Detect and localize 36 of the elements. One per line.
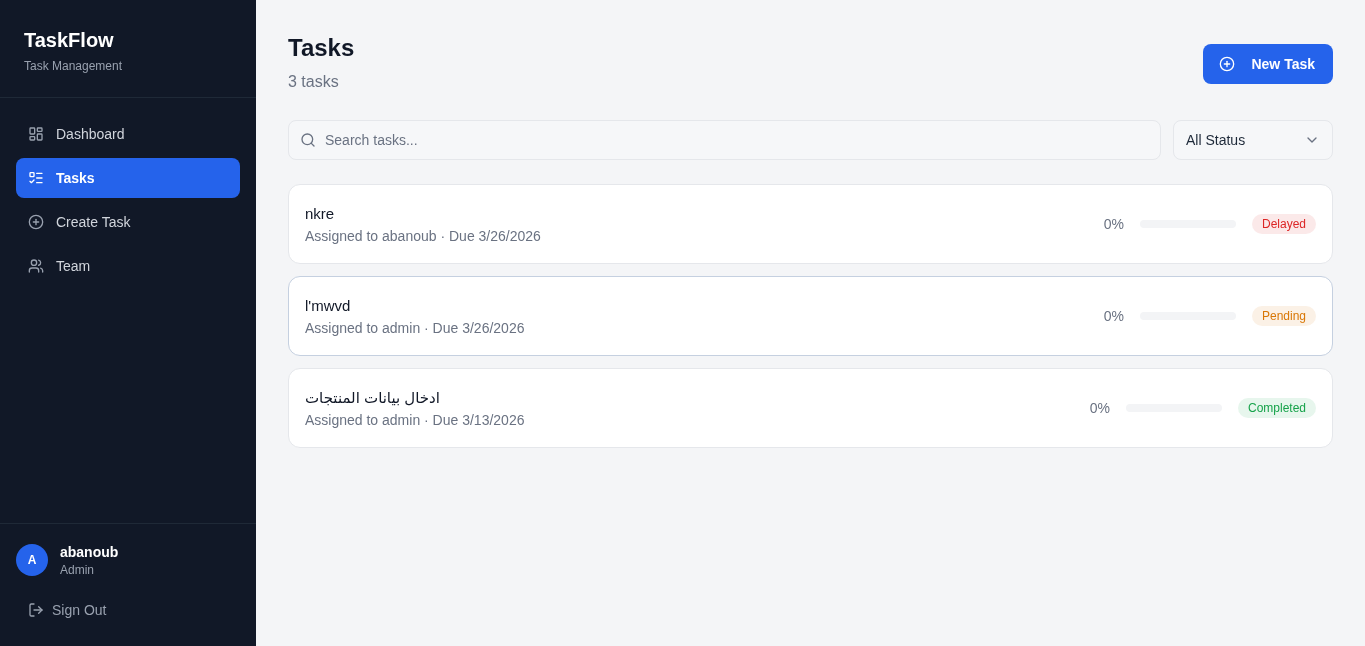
progress-percent: 0% xyxy=(1089,399,1110,418)
brand-subtitle: Task Management xyxy=(24,58,124,74)
plus-circle-icon xyxy=(28,214,44,230)
task-meta: Assigned to abanoub · Due 3/26/2026 xyxy=(305,227,541,246)
user-name: abanoub xyxy=(60,543,119,562)
task-card[interactable]: l'mwvd Assigned to admin · Due 3/26/2026 0% Pending xyxy=(288,276,1333,356)
new-task-button[interactable]: New Task xyxy=(1203,44,1333,84)
task-meta: Assigned to admin · Due 3/26/2026 xyxy=(305,319,525,338)
user-avatar: A xyxy=(16,544,48,576)
status-badge: Delayed xyxy=(1251,214,1316,234)
status-badge: Completed xyxy=(1237,398,1316,418)
task-card[interactable]: nkre Assigned to abanoub · Due 3/26/2026 0% Delayed xyxy=(288,184,1333,264)
checklist-icon xyxy=(28,170,44,186)
status-badge: Pending xyxy=(1251,306,1316,326)
search-icon xyxy=(300,132,316,148)
users-icon xyxy=(28,258,44,274)
brand-title: TaskFlow xyxy=(24,28,115,53)
nav-item[interactable]: Tasks xyxy=(16,158,240,198)
sign-out-icon xyxy=(28,602,44,618)
task-title: ادخال بيانات المنتجات xyxy=(305,388,441,408)
sign-out-button[interactable]: Sign Out xyxy=(16,594,119,626)
task-meta: Assigned to admin · Due 3/13/2026 xyxy=(305,411,525,430)
progress-percent: 0% xyxy=(1103,215,1124,234)
nav-item[interactable]: Team xyxy=(16,246,240,286)
task-count: 3 tasks xyxy=(288,72,340,92)
search-field[interactable]: Search tasks... xyxy=(288,120,1161,160)
status-dropdown[interactable]: All Status xyxy=(1173,120,1333,160)
nav-item[interactable]: Create Task xyxy=(16,202,240,242)
plus-circle-icon xyxy=(1219,56,1236,72)
task-title: nkre xyxy=(305,204,336,224)
page-title: Tasks xyxy=(288,33,355,63)
user-role: Admin xyxy=(60,562,95,578)
task-title: l'mwvd xyxy=(305,296,352,316)
progress-percent: 0% xyxy=(1103,307,1124,326)
nav-item[interactable]: Dashboard xyxy=(16,114,240,154)
dashboard-grid-icon xyxy=(28,126,44,142)
